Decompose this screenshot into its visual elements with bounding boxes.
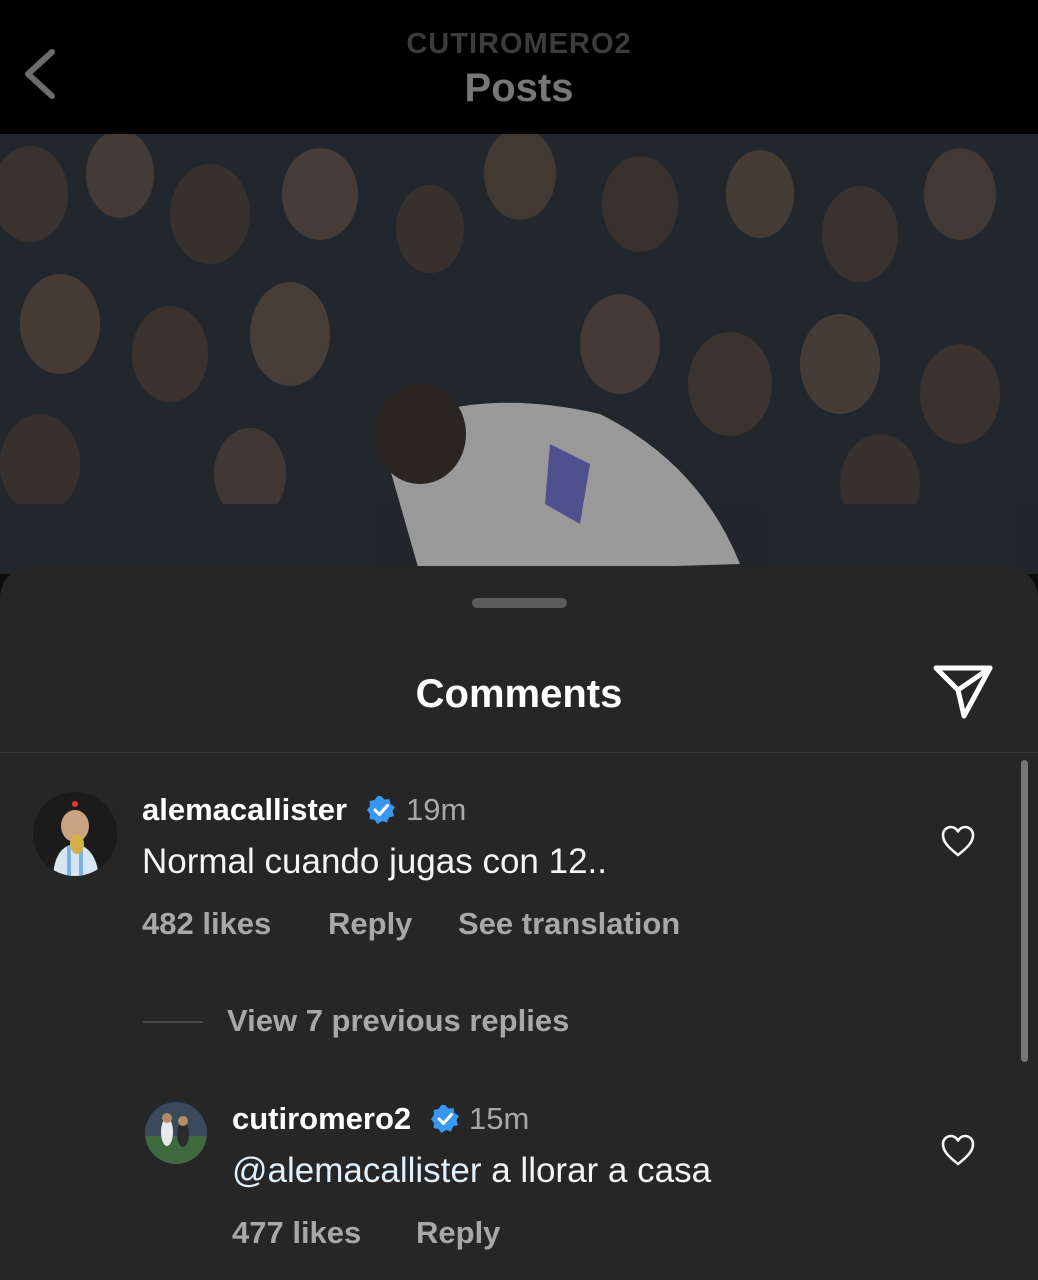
sheet-drag-handle[interactable] xyxy=(472,598,567,608)
scrollbar[interactable] xyxy=(1021,760,1028,1062)
reply-username[interactable]: cutiromero2 xyxy=(232,1101,411,1137)
heart-icon[interactable] xyxy=(940,1133,976,1167)
see-translation-button[interactable]: See translation xyxy=(458,906,680,942)
profile-username[interactable]: CUTIROMERO2 xyxy=(0,28,1038,61)
comment-text: Normal cuando jugas con 12.. xyxy=(142,842,607,881)
heart-icon[interactable] xyxy=(940,824,976,858)
reply-button[interactable]: Reply xyxy=(328,906,412,942)
reply-body: a llorar a casa xyxy=(481,1151,712,1190)
comment-username[interactable]: alemacallister xyxy=(142,792,347,828)
mention-link[interactable]: @alemacallister xyxy=(232,1151,482,1190)
reply-text: @alemacallister a llorar a casa xyxy=(232,1151,711,1191)
page-title: Posts xyxy=(464,66,574,110)
verified-badge-icon xyxy=(367,796,395,824)
reply-button[interactable]: Reply xyxy=(416,1215,500,1251)
post-photo[interactable] xyxy=(0,134,1038,574)
avatar[interactable] xyxy=(33,792,117,876)
comment-likes[interactable]: 482 likes xyxy=(142,906,271,942)
reply-likes[interactable]: 477 likes xyxy=(232,1215,361,1251)
share-icon xyxy=(933,665,993,719)
comments-title: Comments xyxy=(415,672,623,716)
avatar[interactable] xyxy=(145,1102,207,1164)
share-button[interactable] xyxy=(930,662,996,722)
comments-sheet: Comments alemacallister 19m Normal cuand… xyxy=(0,566,1038,1280)
sheet-divider xyxy=(0,752,1038,753)
replies-line xyxy=(143,1021,203,1023)
reply-time: 15m xyxy=(469,1101,530,1136)
verified-badge-icon xyxy=(431,1105,459,1133)
comment-time: 19m xyxy=(406,792,467,827)
view-previous-replies-button[interactable]: View 7 previous replies xyxy=(227,1003,569,1039)
top-nav-bar: CUTIROMERO2 Posts xyxy=(0,0,1038,134)
